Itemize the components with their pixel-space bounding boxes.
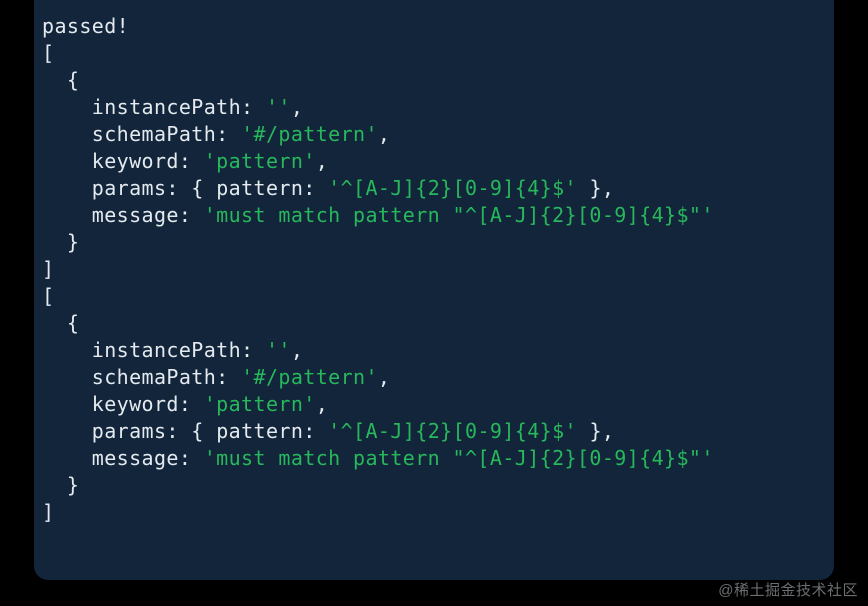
- kv-keyword: keyword: 'pattern',: [42, 391, 826, 418]
- kv-keyword: keyword: 'pattern',: [42, 148, 826, 175]
- kv-instancePath: instancePath: '',: [42, 94, 826, 121]
- brace-open: {: [42, 67, 826, 94]
- bracket-open: [: [42, 40, 826, 67]
- kv-message: message: 'must match pattern "^[A-J]{2}[…: [42, 202, 826, 229]
- kv-schemaPath: schemaPath: '#/pattern',: [42, 364, 826, 391]
- terminal-output: passed! [ { instancePath: '', schemaPath…: [34, 0, 834, 580]
- bracket-close: ]: [42, 499, 826, 526]
- brace-open: {: [42, 310, 826, 337]
- brace-close: }: [42, 229, 826, 256]
- bracket-open: [: [42, 283, 826, 310]
- kv-schemaPath: schemaPath: '#/pattern',: [42, 121, 826, 148]
- kv-message: message: 'must match pattern "^[A-J]{2}[…: [42, 445, 826, 472]
- bracket-close: ]: [42, 256, 826, 283]
- watermark-text: @稀土掘金技术社区: [718, 579, 858, 600]
- kv-params: params: { pattern: '^[A-J]{2}[0-9]{4}$' …: [42, 418, 826, 445]
- kv-params: params: { pattern: '^[A-J]{2}[0-9]{4}$' …: [42, 175, 826, 202]
- kv-instancePath: instancePath: '',: [42, 337, 826, 364]
- status-line: passed!: [42, 13, 826, 40]
- brace-close: }: [42, 472, 826, 499]
